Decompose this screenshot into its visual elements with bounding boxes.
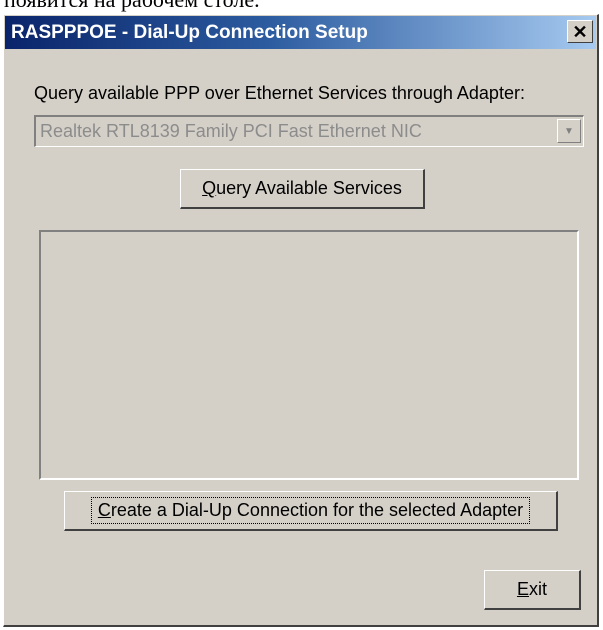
- dialog-window: RASPPPOE - Dial-Up Connection Setup ✕ Qu…: [3, 14, 599, 627]
- dropdown-button[interactable]: ▼: [557, 119, 581, 143]
- window-title: RASPPPOE - Dial-Up Connection Setup: [11, 22, 368, 43]
- create-connection-button[interactable]: Create a Dial-Up Connection for the sele…: [64, 491, 558, 531]
- background-caption: появится на рабочем столе.: [4, 0, 260, 13]
- services-list[interactable]: [39, 230, 579, 480]
- close-button[interactable]: ✕: [567, 20, 593, 43]
- exit-label: Exit: [516, 579, 547, 599]
- query-services-label: Query Available Services: [202, 178, 402, 198]
- chevron-down-icon: ▼: [564, 125, 574, 137]
- query-services-button[interactable]: Query Available Services: [180, 169, 425, 209]
- exit-button[interactable]: Exit: [484, 570, 581, 610]
- title-bar[interactable]: RASPPPOE - Dial-Up Connection Setup ✕: [5, 16, 596, 49]
- adapter-select-value: Realtek RTL8139 Family PCI Fast Ethernet…: [40, 121, 422, 141]
- adapter-query-label: Query available PPP over Ethernet Servic…: [34, 83, 525, 103]
- create-connection-label: Create a Dial-Up Connection for the sele…: [90, 497, 531, 524]
- close-icon: ✕: [572, 21, 588, 42]
- adapter-select[interactable]: Realtek RTL8139 Family PCI Fast Ethernet…: [34, 115, 584, 147]
